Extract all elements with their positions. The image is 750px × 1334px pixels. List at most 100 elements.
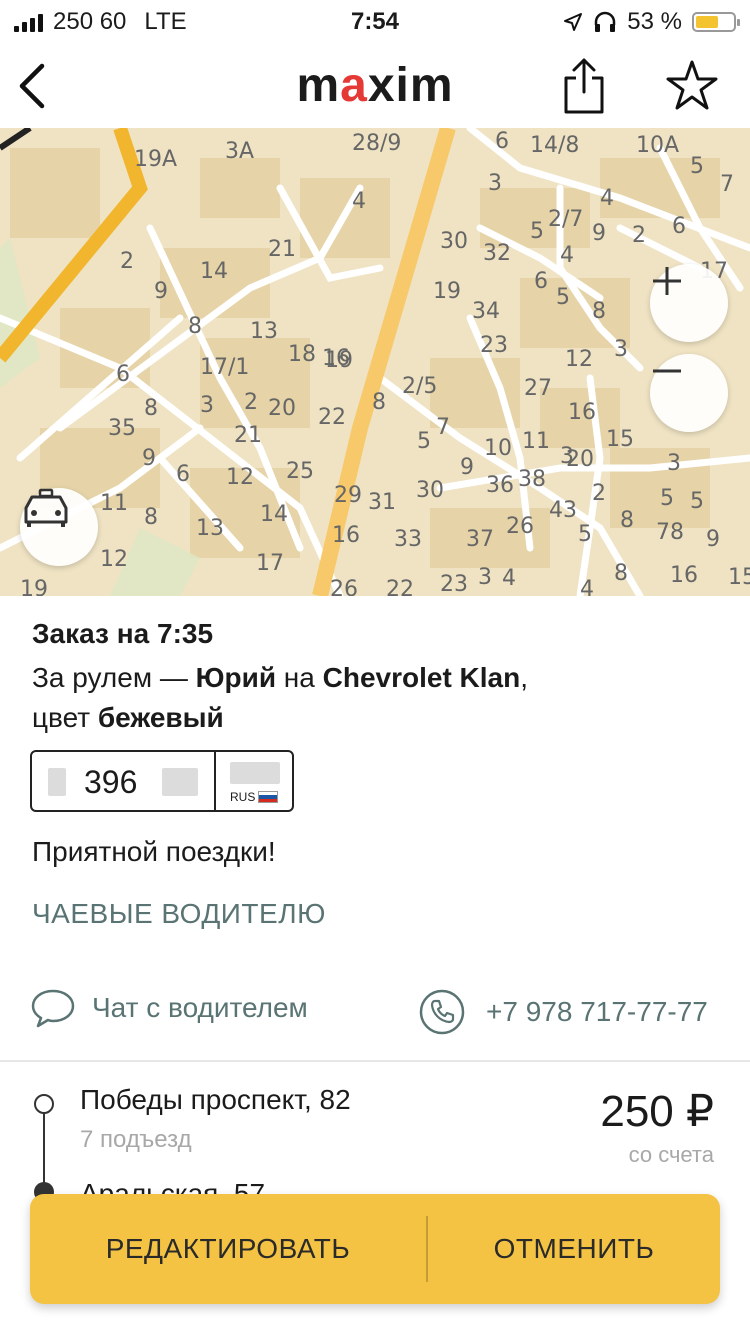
house-number-label: 9 [460, 455, 474, 480]
house-number-label: 5 [578, 522, 592, 547]
minus-icon [653, 369, 681, 373]
house-number-label: 28/9 [352, 131, 401, 156]
share-button[interactable] [560, 56, 608, 116]
map-canvas[interactable]: 19A 3A 28/9 6 14/8 10A57172 21432/75 9 2 6491430 3… [0, 128, 750, 596]
route-start-dot [34, 1094, 54, 1114]
house-number-label: 21 [268, 237, 296, 262]
house-number-label: 34 [472, 299, 500, 324]
house-number-label: 3 [200, 393, 214, 418]
house-number-label: 2 [120, 249, 134, 274]
locate-car-button[interactable] [20, 488, 98, 566]
car-color: бежевый [97, 702, 224, 733]
favorite-button[interactable] [664, 56, 720, 116]
house-number-label: 13 [196, 516, 224, 541]
driver-prefix: За рулем — [32, 662, 196, 693]
house-number-label: 15 [606, 427, 634, 452]
house-number-label: 78 [656, 520, 684, 545]
trip-price: 250 ₽ [600, 1087, 714, 1136]
house-number-label: 5 [556, 285, 570, 310]
house-number-label: 19 [20, 577, 48, 596]
house-number-label: 8 [620, 508, 634, 533]
status-bar: 250 60 LTE 7:54 53 % [0, 0, 750, 44]
battery-percent: 53 % [627, 8, 682, 35]
house-number-label: 6 [534, 269, 548, 294]
house-number-label: 38 [518, 467, 546, 492]
house-number-label: 11 [100, 491, 128, 516]
house-number-label: 5 [417, 429, 431, 454]
house-number-label: 9 [592, 221, 606, 246]
house-number-label: 19 [433, 279, 461, 304]
house-number-label: 5 [660, 486, 674, 511]
plate-letters-blur [162, 768, 198, 796]
phone-icon [419, 989, 465, 1035]
house-number-label: 2 [244, 390, 258, 415]
house-number-label: 22 [386, 577, 414, 596]
zoom-out-button[interactable] [650, 354, 728, 432]
house-number-label: 3 [667, 451, 681, 476]
car-model: Chevrolet Klan [322, 662, 521, 693]
cancel-order-button[interactable]: ОТМЕНИТЬ [428, 1194, 720, 1304]
plate-letter-blur [48, 768, 66, 796]
route-line [43, 1112, 45, 1192]
house-number-label: 17/1 [200, 355, 249, 380]
house-number-label: 8 [614, 561, 628, 586]
good-trip-message: Приятной поездки! [32, 836, 276, 867]
house-number-label: 14 [200, 259, 228, 284]
driver-info: За рулем — Юрий на Chevrolet Klan, цвет … [32, 658, 722, 738]
edit-order-button[interactable]: РЕДАКТИРОВАТЬ [30, 1194, 426, 1304]
zoom-in-button[interactable] [650, 264, 728, 342]
car-suffix: , [520, 662, 529, 693]
house-number-label: 10 [484, 436, 512, 461]
house-number-label: 9 [142, 446, 156, 471]
house-number-label: 27 [524, 376, 552, 401]
house-number-label: 5 [530, 219, 544, 244]
map-view[interactable]: 19A 3A 28/9 6 14/8 10A 5 7 17 2 21 4 3 2/7 5 9 2 6 4 9 14 30 3… [0, 128, 750, 596]
phone-number: +7 978 717-77-77 [486, 996, 708, 1027]
house-number-label: 32 [483, 241, 511, 266]
pickup-entrance: 7 подъезд [80, 1126, 192, 1153]
house-number-label: 2/7 [548, 207, 583, 232]
taxi-car-icon [24, 488, 68, 527]
house-number-label: 25 [286, 459, 314, 484]
house-number-label: 26 [330, 577, 358, 596]
house-number-label: 2/5 [402, 374, 437, 399]
house-number-label: 6 [495, 129, 509, 154]
location-arrow-icon [564, 13, 583, 31]
house-number-label: 9 [706, 527, 720, 552]
house-number-label: 35 [108, 416, 136, 441]
house-number-label: 2 [592, 481, 606, 506]
house-number-label: 9 [154, 279, 168, 304]
house-number-label: 4 [560, 243, 574, 268]
house-number-label: 14 [260, 502, 288, 527]
pickup-address[interactable]: Победы проспект, 82 [80, 1084, 351, 1116]
house-number-label: 31 [368, 490, 396, 515]
house-number-label: 23 [480, 333, 508, 358]
tips-link[interactable]: ЧАЕВЫЕ ВОДИТЕЛЮ [32, 898, 326, 930]
house-number-label: 23 [440, 572, 468, 596]
house-number-label: 4 [600, 186, 614, 211]
star-icon [666, 60, 718, 110]
logo-part-red: a [340, 59, 368, 112]
plus-icon [653, 267, 681, 295]
house-number-label: 3A [225, 139, 254, 164]
house-number-label: 13 [250, 319, 278, 344]
house-number-label: 6 [176, 462, 190, 487]
app-header: maxim [0, 44, 750, 128]
house-number-label: 36 [486, 473, 514, 498]
house-number-label: 12 [565, 347, 593, 372]
house-number-label: 3 [560, 444, 574, 469]
chat-bubble-icon [31, 989, 75, 1028]
house-number-label: 7 [720, 172, 734, 197]
house-number-label: 20 [268, 396, 296, 421]
house-number-label: 11 [522, 429, 550, 454]
house-number-label: 19A [134, 147, 177, 172]
house-number-label: 30 [416, 478, 444, 503]
color-prefix: цвет [32, 702, 98, 733]
house-number-label: 8 [144, 505, 158, 530]
chat-label: Чат с водителем [92, 992, 308, 1023]
house-number-label: 33 [394, 527, 422, 552]
call-driver-button[interactable]: +7 978 717-77-77 [418, 988, 708, 1036]
house-number-label: 18 [288, 342, 316, 367]
house-number-label: 7 [436, 415, 450, 440]
chat-with-driver-button[interactable]: Чат с водителем [30, 988, 308, 1028]
